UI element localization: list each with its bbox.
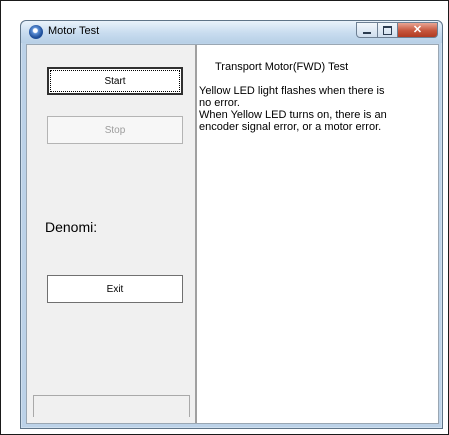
instructions-panel: Transport Motor(FWD) Test Yellow LED lig… xyxy=(197,45,438,423)
instruction-line-2: no error. xyxy=(199,97,240,109)
control-panel: Start Stop Denomi: Exit xyxy=(27,45,195,423)
test-instructions: Yellow LED light flashes when there is n… xyxy=(199,85,435,133)
caption-buttons: ✕ xyxy=(356,22,438,39)
maximize-icon xyxy=(383,25,392,35)
exit-button[interactable]: Exit xyxy=(47,275,183,303)
window-client-area: Start Stop Denomi: Exit Transport Motor(… xyxy=(26,44,439,424)
stop-button[interactable]: Stop xyxy=(47,116,183,144)
instruction-line-1: Yellow LED light flashes when there is xyxy=(199,85,385,97)
close-button[interactable]: ✕ xyxy=(398,22,438,38)
motor-test-app-icon[interactable] xyxy=(29,25,43,39)
status-bar xyxy=(33,395,190,417)
start-button[interactable]: Start xyxy=(47,67,183,95)
instruction-line-3: When Yellow LED turns on, there is an xyxy=(199,109,387,121)
minimize-button[interactable] xyxy=(356,22,378,38)
test-title: Transport Motor(FWD) Test xyxy=(215,61,349,73)
instruction-line-4: encoder signal error, or a motor error. xyxy=(199,121,382,133)
minimize-icon xyxy=(363,31,371,34)
screenshot-frame: Motor Test ✕ Start Stop Denomi: Exit Tra… xyxy=(0,0,449,435)
title-bar[interactable]: Motor Test ✕ xyxy=(21,21,442,43)
close-icon: ✕ xyxy=(412,23,423,36)
motor-test-window: Motor Test ✕ Start Stop Denomi: Exit Tra… xyxy=(20,20,443,429)
maximize-button[interactable] xyxy=(378,22,398,38)
denomi-label: Denomi: xyxy=(45,219,98,235)
window-title: Motor Test xyxy=(48,25,100,37)
